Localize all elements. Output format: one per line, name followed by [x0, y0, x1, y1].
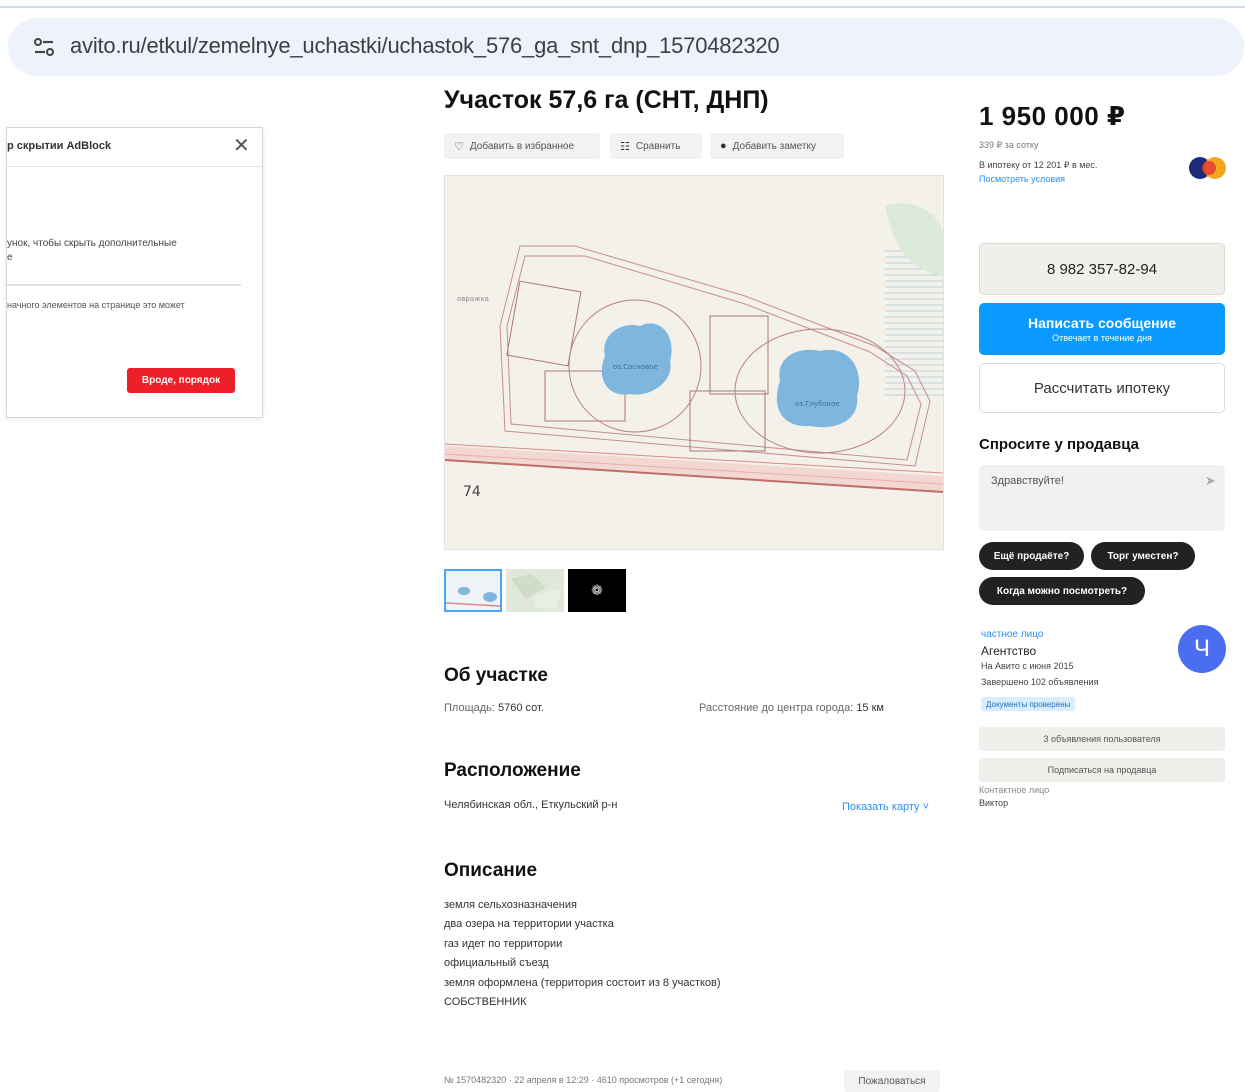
send-icon[interactable]: ➤: [1205, 473, 1216, 489]
price: 1 950 000 ₽: [979, 101, 1126, 131]
ask-placeholder: Здравствуйте!: [991, 475, 1064, 487]
seller-name[interactable]: Агентство: [981, 644, 1036, 658]
cadastral-map: оз.Сосновое оз.Глубокое овражка 74: [445, 176, 943, 549]
compare-button[interactable]: ☷ Сравнить: [610, 133, 702, 159]
distance-row: Расстояние до центра города: 15 км: [699, 702, 884, 714]
mortgage-info: В ипотеку от 12 201 ₽ в мес.: [979, 160, 1098, 170]
price-per-sotka: 339 ₽ за сотку: [979, 140, 1039, 150]
seller-completed: Завершено 102 объявления: [981, 677, 1099, 687]
distance-label: Расстояние до центра города:: [699, 702, 854, 714]
divider: [7, 166, 262, 167]
compare-icon: ☷: [620, 140, 630, 153]
show-map-link[interactable]: Показать карту ˅: [842, 801, 929, 813]
browser-top-line: [0, 6, 1245, 8]
response-time: Отвечает в течение дня: [1052, 333, 1152, 343]
description-line: СОБСТВЕННИК: [444, 996, 527, 1008]
adblock-popup: р скрытии AdBlock ✕ унок, чтобы скрыть д…: [6, 127, 263, 418]
show-map-label: Показать карту: [842, 801, 920, 813]
favorites-label: Добавить в избранное: [469, 140, 575, 152]
note-icon: ●: [720, 140, 727, 152]
note-label: Добавить заметку: [732, 140, 816, 152]
address-text: Челябинская обл., Еткульский р-н: [444, 799, 618, 811]
show-phone-button[interactable]: 8 982 357-82-94: [979, 243, 1225, 295]
quick-question-chip[interactable]: Ещё продаёте?: [979, 542, 1084, 570]
adblock-text-end: е: [7, 252, 13, 263]
seller-listings-button[interactable]: 3 объявления пользователя: [979, 727, 1225, 751]
description-line: земля сельхозназначения: [444, 899, 577, 911]
description-line: газ идет по территории: [444, 938, 563, 950]
distance-value: 15 км: [856, 702, 884, 714]
subscribe-seller-button[interactable]: Подписаться на продавца: [979, 758, 1225, 782]
add-to-favorites-button[interactable]: ♡ Добавить в избранное: [444, 133, 600, 159]
divider: [7, 284, 241, 286]
main-photo-map[interactable]: оз.Сосновое оз.Глубокое овражка 74: [444, 175, 944, 550]
site-info-icon[interactable]: [32, 35, 56, 59]
address-bar[interactable]: avito.ru/etkul/zemelnye_uchastki/uchasto…: [8, 18, 1244, 76]
page-title: Участок 57,6 га (СНТ, ДНП): [444, 86, 769, 114]
description-heading: Описание: [444, 860, 538, 881]
chevron-down-icon: ˅: [922, 801, 930, 813]
area-label: Площадь:: [444, 702, 495, 714]
quick-question-chip[interactable]: Торг уместен?: [1091, 542, 1195, 570]
thumbnail-1[interactable]: [444, 569, 502, 612]
seller-type: частное лицо: [981, 629, 1044, 640]
thumbnail-3[interactable]: ❁: [568, 569, 626, 612]
contact-label: Контактное лицо: [979, 785, 1050, 795]
write-message-button[interactable]: Написать сообщение Отвечает в течение дн…: [979, 303, 1225, 355]
documents-verified-badge: Документы проверены: [981, 697, 1076, 711]
lake-label-1: оз.Сосновое: [613, 363, 658, 371]
write-message-label: Написать сообщение: [1027, 315, 1177, 331]
adblock-popup-title: р скрытии AdBlock: [7, 140, 112, 152]
description-line: официальный съезд: [444, 957, 549, 969]
about-heading: Об участке: [444, 665, 548, 686]
video-play-icon: ❁: [591, 582, 603, 598]
ask-seller-title: Спросите у продавца: [979, 436, 1139, 453]
close-icon[interactable]: ✕: [233, 136, 250, 156]
heart-icon: ♡: [454, 140, 464, 153]
adblock-ok-button[interactable]: Вроде, порядок: [127, 368, 235, 393]
avatar[interactable]: Ч: [1178, 625, 1226, 673]
bank-logo-icon: [1189, 157, 1226, 179]
quick-question-chip[interactable]: Когда можно посмотреть?: [979, 577, 1145, 605]
add-note-button[interactable]: ● Добавить заметку: [710, 133, 844, 159]
thumbnail-2[interactable]: [506, 569, 564, 612]
area-row: Площадь: 5760 сот.: [444, 702, 544, 714]
location-heading: Расположение: [444, 760, 581, 781]
map-thumbnail: [445, 587, 501, 607]
road-number-label: 74: [463, 484, 481, 500]
compare-label: Сравнить: [635, 140, 681, 152]
description-line: два озера на территории участка: [444, 918, 614, 930]
satellite-thumbnail: [506, 569, 564, 612]
adblock-text-2: начного элементов на странице это может: [7, 300, 185, 310]
description-line: земля оформлена (территория состоит из 8…: [444, 977, 721, 989]
ask-seller-input[interactable]: Здравствуйте! ➤: [979, 465, 1225, 531]
seller-since: На Авито с июня 2015: [981, 661, 1074, 671]
contact-name: Виктор: [979, 798, 1009, 808]
area-value: 5760 сот.: [498, 702, 544, 714]
listing-meta: № 1570482320 · 22 апреля в 12:29 · 4610 …: [444, 1075, 723, 1085]
mortgage-conditions-link[interactable]: Посмотреть условия: [979, 174, 1065, 184]
lake-label-2: оз.Глубокое: [795, 400, 840, 408]
url-text[interactable]: avito.ru/etkul/zemelnye_uchastki/uchasto…: [70, 33, 780, 59]
adblock-text: унок, чтобы скрыть дополнительные: [7, 238, 177, 249]
village-label: овражка: [457, 295, 489, 303]
calc-mortgage-button[interactable]: Рассчитать ипотеку: [979, 363, 1225, 413]
